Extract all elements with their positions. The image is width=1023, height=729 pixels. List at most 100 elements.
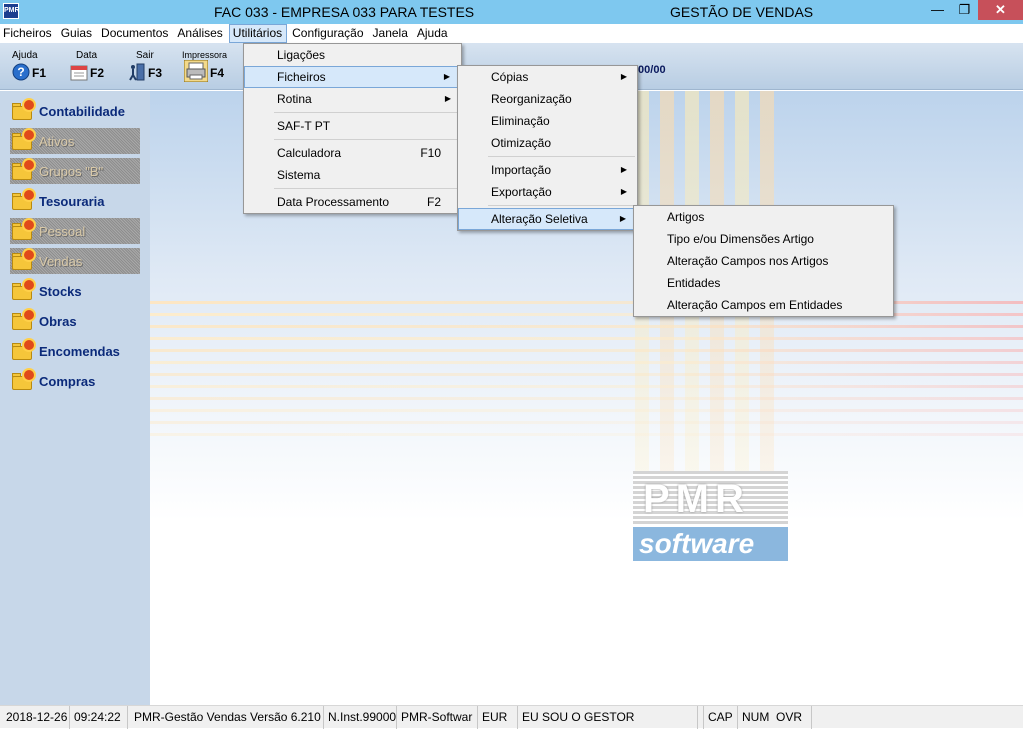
svg-text:?: ?: [17, 65, 24, 79]
date-tool-button[interactable]: Data F2: [66, 48, 121, 84]
menuitem-copias[interactable]: Cópias ▶: [458, 66, 637, 88]
menuitem-otimizacao[interactable]: Otimização: [458, 132, 637, 154]
date-tool-key: F2: [90, 66, 105, 80]
sidebar-item-label: Contabilidade: [39, 103, 125, 119]
menuitem-importacao[interactable]: Importação ▶: [458, 159, 637, 181]
menuitem-alteracao-campos-entidades[interactable]: Alteração Campos em Entidades: [634, 294, 893, 316]
menu-bar: Ficheiros Guias Documentos Análises Util…: [0, 24, 1023, 43]
pmr-software-logo: PMR software: [633, 471, 788, 561]
menu-separator: [274, 139, 459, 140]
submenu-arrow-icon: ▶: [620, 72, 627, 81]
exit-tool-button[interactable]: Sair F3: [124, 48, 179, 84]
sidebar-item-encomendas[interactable]: Encomendas: [10, 338, 140, 364]
help-tool-label: Ajuda: [12, 50, 38, 61]
window-title: FAC 033 - EMPRESA 033 PARA TESTES: [214, 4, 475, 20]
menuitem-label: SAF-T PT: [277, 119, 331, 133]
menuitem-ficheiros[interactable]: Ficheiros ▶: [244, 66, 461, 88]
logo-pmr-text: PMR: [643, 477, 750, 521]
menuitem-label: Tipo e/ou Dimensões Artigo: [667, 232, 814, 246]
menuitem-ligacoes[interactable]: Ligações: [244, 44, 461, 66]
menu-janela[interactable]: Janela: [370, 24, 412, 43]
sidebar-item-pessoal: Pessoal: [10, 218, 140, 244]
sidebar-item-obras[interactable]: Obras: [10, 308, 140, 334]
folder-icon: [10, 190, 36, 212]
menuitem-shortcut: F10: [420, 146, 441, 160]
sidebar-item-label: Encomendas: [39, 343, 120, 359]
help-icon: ?: [12, 63, 30, 81]
menuitem-label: Alteração Campos em Entidades: [667, 298, 843, 312]
status-version: PMR-Gestão Vendas Versão 6.210: [128, 706, 324, 729]
menuitem-label: Calculadora: [277, 146, 342, 160]
sidebar-item-compras[interactable]: Compras: [10, 368, 140, 394]
calendar-icon: [70, 65, 88, 81]
status-installation: N.Inst.99000: [324, 706, 397, 729]
submenu-arrow-icon: ▶: [444, 94, 451, 103]
menuitem-label: Eliminação: [491, 114, 550, 128]
printer-tool-button[interactable]: Impressora F4: [182, 48, 237, 84]
exit-tool-key: F3: [148, 66, 163, 80]
menu-configuracao[interactable]: Configuração: [289, 24, 367, 43]
menu-documentos[interactable]: Documentos: [98, 24, 172, 43]
status-date: 2018-12-26: [0, 706, 70, 729]
menuitem-label: Data Processamento: [277, 195, 390, 209]
status-time: 09:24:22: [70, 706, 128, 729]
menuitem-exportacao[interactable]: Exportação ▶: [458, 181, 637, 203]
menuitem-tipo-dimensoes-artigo[interactable]: Tipo e/ou Dimensões Artigo: [634, 228, 893, 250]
menuitem-saft[interactable]: SAF-T PT: [244, 115, 461, 137]
status-num: NUM: [742, 710, 770, 724]
sidebar-item-grupos-b: Grupos "B": [10, 158, 140, 184]
sidebar-item-contabilidade[interactable]: Contabilidade: [10, 98, 140, 124]
date-tool-label: Data: [76, 50, 98, 61]
sidebar-item-label: Compras: [39, 373, 96, 389]
sidebar-item-label: Ativos: [39, 133, 75, 149]
menuitem-label: Entidades: [667, 276, 721, 290]
folder-icon: [10, 280, 36, 302]
menuitem-label: Otimização: [491, 136, 552, 150]
menu-guias[interactable]: Guias: [58, 24, 96, 43]
app-icon[interactable]: PMR: [3, 3, 20, 19]
status-currency: EUR: [478, 706, 518, 729]
menu-utilitarios[interactable]: Utilitários: [228, 24, 288, 43]
sidebar-item-tesouraria[interactable]: Tesouraria: [10, 188, 140, 214]
menuitem-artigos[interactable]: Artigos: [634, 206, 893, 228]
alteracao-seletiva-submenu: Artigos Tipo e/ou Dimensões Artigo Alter…: [633, 205, 894, 317]
folder-icon: [10, 100, 36, 122]
folder-icon: [10, 130, 36, 152]
restore-button[interactable]: ❐: [951, 0, 978, 20]
menuitem-label: Rotina: [277, 92, 312, 106]
menuitem-sistema[interactable]: Sistema: [244, 164, 461, 186]
help-tool-button[interactable]: Ajuda ? F1: [8, 48, 63, 84]
menuitem-entidades[interactable]: Entidades: [634, 272, 893, 294]
module-title: GESTÃO DE VENDAS: [670, 4, 814, 20]
folder-icon: [10, 340, 36, 362]
minimize-button[interactable]: —: [924, 0, 951, 20]
sidebar-item-stocks[interactable]: Stocks: [10, 278, 140, 304]
menuitem-label: Reorganização: [491, 92, 572, 106]
menuitem-eliminacao[interactable]: Eliminação: [458, 110, 637, 132]
status-bar: 2018-12-26 09:24:22 PMR-Gestão Vendas Ve…: [0, 705, 1023, 729]
submenu-arrow-icon: ▶: [620, 187, 627, 196]
menuitem-calculadora[interactable]: Calculadora F10: [244, 142, 461, 164]
menuitem-data-processamento[interactable]: Data Processamento F2: [244, 191, 461, 213]
menuitem-alteracao-campos-artigos[interactable]: Alteração Campos nos Artigos: [634, 250, 893, 272]
menu-ajuda[interactable]: Ajuda: [414, 24, 452, 43]
folder-icon: [10, 310, 36, 332]
sidebar-item-label: Pessoal: [39, 223, 86, 239]
menuitem-reorganizacao[interactable]: Reorganização: [458, 88, 637, 110]
submenu-arrow-icon: ▶: [619, 214, 626, 223]
status-company: PMR-Softwar: [397, 706, 478, 729]
menuitem-shortcut: F2: [426, 195, 441, 209]
menu-analises[interactable]: Análises: [174, 24, 226, 43]
menu-ficheiros[interactable]: Ficheiros: [0, 24, 56, 43]
menuitem-label: Exportação: [491, 185, 552, 199]
menuitem-label: Alteração Seletiva: [491, 212, 588, 226]
printer-tool-key: F4: [210, 66, 225, 80]
submenu-arrow-icon: ▶: [443, 72, 450, 81]
title-bar: PMR FAC 033 - EMPRESA 033 PARA TESTES GE…: [0, 0, 1023, 24]
printer-tool-label: Impressora: [182, 50, 228, 60]
menuitem-rotina[interactable]: Rotina ▶: [244, 88, 461, 110]
menuitem-alteracao-seletiva[interactable]: Alteração Seletiva ▶: [458, 208, 637, 230]
status-ovr: OVR: [772, 706, 812, 729]
close-button[interactable]: ✕: [978, 0, 1023, 20]
module-sidebar: Contabilidade Ativos Grupos "B" Tesourar…: [0, 91, 150, 705]
